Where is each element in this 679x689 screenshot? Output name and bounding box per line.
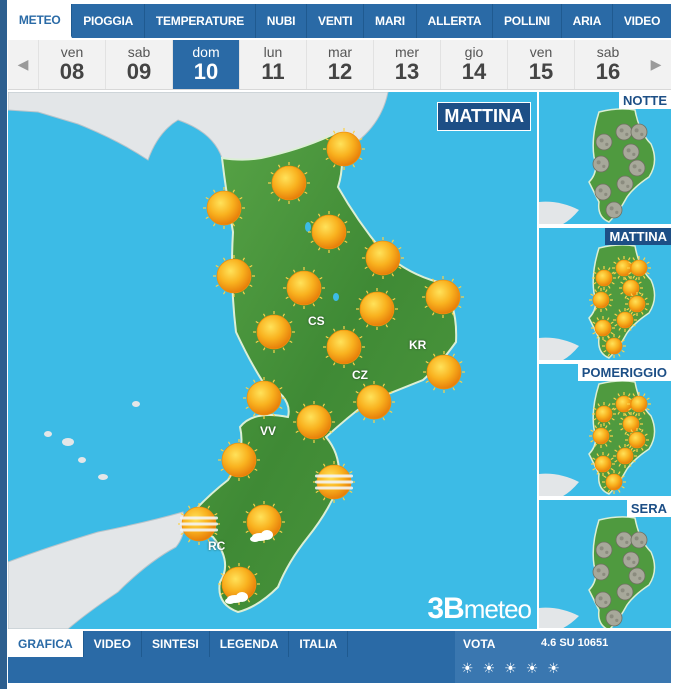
mini-map-morning <box>539 244 656 360</box>
tab-aria[interactable]: ARIA <box>562 4 614 38</box>
day-number: 08 <box>59 59 85 84</box>
day-number: 12 <box>327 59 353 84</box>
tab-temperature[interactable]: TEMPERATURE <box>145 4 256 38</box>
moon-icon <box>630 531 648 549</box>
rating-sun-icon[interactable]: ☀ <box>547 661 560 675</box>
tab-pioggia[interactable]: PIOGGIA <box>72 4 145 38</box>
panel-afternoon[interactable]: POMERIGGIO <box>539 364 671 498</box>
rating-sun-icon[interactable]: ☀ <box>461 661 474 675</box>
day-item[interactable]: mer 13 <box>373 40 440 89</box>
day-number: 15 <box>528 59 554 84</box>
left-edge-strip <box>0 0 7 689</box>
weather-widget: METEO PIOGGIA TEMPERATURE NUBI VENTI MAR… <box>0 0 679 689</box>
moon-icon <box>605 609 623 627</box>
tab-allerta[interactable]: ALLERTA <box>417 4 494 38</box>
calabria-map <box>8 92 465 629</box>
moon-icon <box>628 159 646 177</box>
main-tabs: METEO PIOGGIA TEMPERATURE NUBI VENTI MAR… <box>8 4 671 38</box>
moon-icon <box>615 531 633 549</box>
city-label-cs: CS <box>308 314 325 328</box>
vote-box: VOTA 4.6 SU 10651 ☀ ☀ ☀ ☀ ☀ <box>455 631 671 683</box>
day-name: sab <box>127 44 151 60</box>
moon-icon <box>594 591 612 609</box>
date-selector: ◀ ven 08 sab 09 dom 10 lun 11 mar 12 mer 13 gi… <box>8 40 671 90</box>
moon-icon <box>622 143 640 161</box>
panel-evening[interactable]: SERA <box>539 500 671 630</box>
day-item[interactable]: gio 14 <box>440 40 507 89</box>
panel-label-night: NOTTE <box>618 92 671 109</box>
day-item[interactable]: lun 11 <box>239 40 306 89</box>
rating-sun-icon[interactable]: ☀ <box>504 661 517 675</box>
moon-icon <box>605 201 623 219</box>
tab-sintesi[interactable]: SINTESI <box>142 631 210 657</box>
city-label-rc: RC <box>208 539 226 553</box>
vote-score: 4.6 SU 10651 <box>541 637 609 649</box>
day-name: ven <box>529 44 553 60</box>
vote-label: VOTA <box>463 637 496 651</box>
day-number: 10 <box>193 59 219 84</box>
day-name: dom <box>192 44 220 60</box>
day-number: 14 <box>461 59 487 84</box>
panel-label-morning: MATTINA <box>605 228 671 245</box>
mini-map-afternoon <box>539 380 656 496</box>
day-name: gio <box>464 44 484 60</box>
moon-icon <box>594 183 612 201</box>
bottom-bar: GRAFICA VIDEO SINTESI LEGENDA ITALIA VOT… <box>8 631 671 683</box>
day-item[interactable]: sab 16 <box>574 40 641 89</box>
city-label-kr: KR <box>409 338 427 352</box>
tab-italia[interactable]: ITALIA <box>289 631 349 657</box>
mini-map-night <box>539 108 656 224</box>
day-item[interactable]: sab 09 <box>105 40 172 89</box>
day-item-selected[interactable]: dom 10 <box>172 40 239 89</box>
day-name: mar <box>327 44 353 60</box>
prev-day-arrow-icon[interactable]: ◀ <box>8 40 38 89</box>
main-forecast-map[interactable]: MATTINA CS KR CZ VV RC 3B meteo <box>8 92 537 629</box>
day-name: mer <box>394 44 420 60</box>
tab-video-bottom[interactable]: VIDEO <box>84 631 143 657</box>
panel-label-afternoon: POMERIGGIO <box>577 364 671 381</box>
moon-icon <box>615 123 633 141</box>
city-label-vv: VV <box>260 424 277 438</box>
moon-icon <box>628 567 646 585</box>
panel-morning[interactable]: MATTINA <box>539 228 671 362</box>
moon-icon <box>592 563 610 581</box>
day-item[interactable]: ven 08 <box>38 40 105 89</box>
rating-sun-icon[interactable]: ☀ <box>526 661 539 675</box>
moon-icon <box>616 175 634 193</box>
tab-video[interactable]: VIDEO <box>613 4 671 38</box>
tab-nubi[interactable]: NUBI <box>256 4 308 38</box>
day-name: ven <box>60 44 84 60</box>
next-day-arrow-icon[interactable]: ▶ <box>641 40 671 89</box>
day-item[interactable]: mar 12 <box>306 40 373 89</box>
day-number: 11 <box>261 59 285 84</box>
moon-icon <box>622 551 640 569</box>
rating-sun-icon[interactable]: ☀ <box>483 661 496 675</box>
panel-label-evening: SERA <box>626 500 671 517</box>
day-number: 13 <box>394 59 420 84</box>
tab-pollini[interactable]: POLLINI <box>493 4 562 38</box>
city-label-cz: CZ <box>352 368 368 382</box>
tab-mari[interactable]: MARI <box>364 4 417 38</box>
day-name: sab <box>596 44 620 60</box>
tab-venti[interactable]: VENTI <box>307 4 365 38</box>
tab-grafica[interactable]: GRAFICA <box>8 631 84 657</box>
tab-legenda[interactable]: LEGENDA <box>210 631 290 657</box>
3bmeteo-logo: 3B meteo <box>427 592 532 625</box>
rating-stars: ☀ ☀ ☀ ☀ ☀ <box>461 661 560 675</box>
panel-night[interactable]: NOTTE <box>539 92 671 226</box>
day-name: lun <box>263 44 283 60</box>
tab-meteo[interactable]: METEO <box>8 4 73 38</box>
bottom-tabs: GRAFICA VIDEO SINTESI LEGENDA ITALIA <box>8 631 349 657</box>
moon-icon <box>592 155 610 173</box>
day-number: 09 <box>126 59 152 84</box>
moon-icon <box>595 133 613 151</box>
moon-icon <box>630 123 648 141</box>
mini-map-evening <box>539 516 656 628</box>
moon-icon <box>616 583 634 601</box>
moon-icon <box>595 541 613 559</box>
day-item[interactable]: ven 15 <box>507 40 574 89</box>
map-period-label: MATTINA <box>437 102 531 131</box>
day-number: 16 <box>595 59 621 84</box>
